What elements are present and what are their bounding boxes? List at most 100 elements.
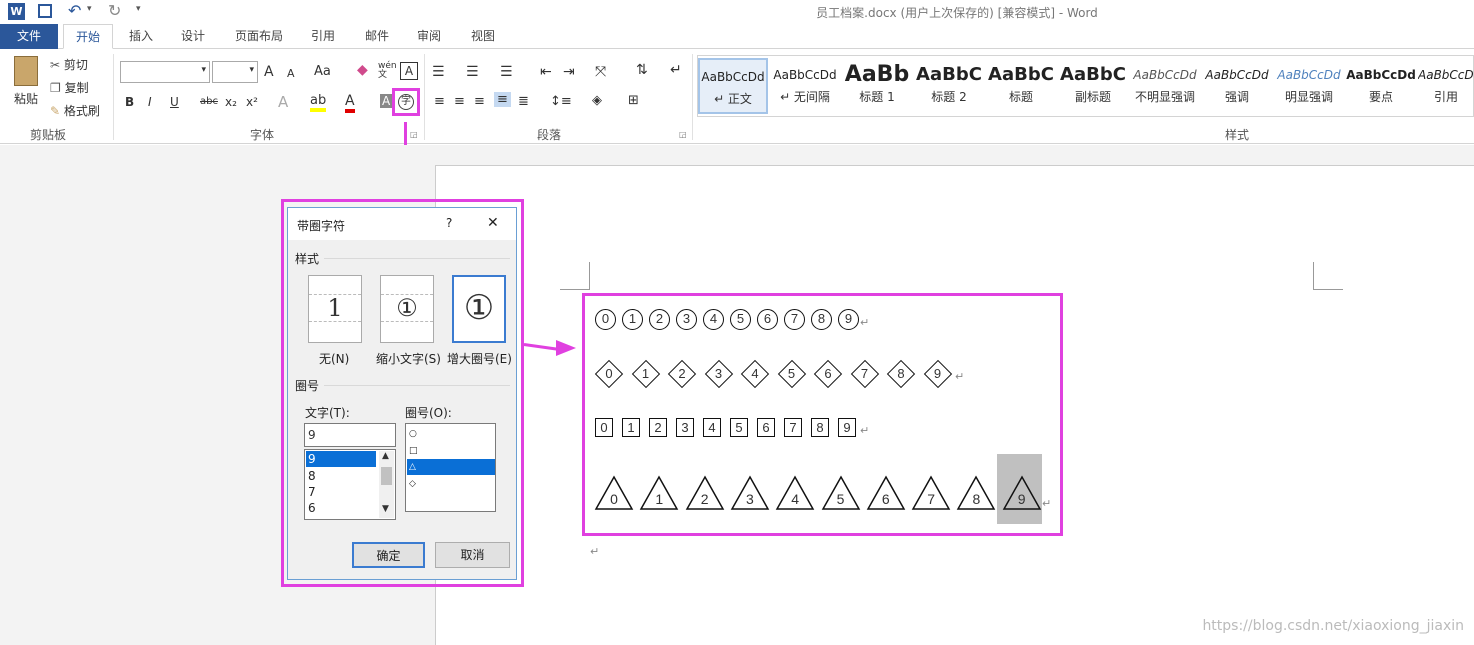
shrink-font-button[interactable]: A [287, 67, 295, 80]
shape-list[interactable]: ○ □ △ ◇ [405, 423, 496, 512]
help-button[interactable]: ? [446, 216, 452, 230]
chevron-down-icon[interactable]: ▼ [382, 504, 389, 514]
chevron-down-icon: ▾ [249, 65, 254, 75]
align-left-icon[interactable]: ≡ [434, 94, 445, 109]
paragraph-dialog-launcher-icon[interactable]: ◲ [679, 130, 687, 139]
style-heading-2[interactable]: AaBbC 标题 2 [914, 58, 984, 114]
font-color-icon[interactable]: A [345, 93, 355, 113]
tab-references[interactable]: 引用 [300, 24, 346, 49]
decrease-indent-icon[interactable]: ⇤ [540, 64, 552, 80]
style-section-label: 样式 [295, 252, 320, 266]
return-mark: ↵ [860, 316, 870, 329]
align-right-icon[interactable]: ≡ [474, 94, 485, 109]
style-shrink-label[interactable]: 缩小文字(S) [376, 350, 441, 367]
subscript-button[interactable]: x₂ [225, 95, 237, 109]
cut-button[interactable]: ✂ 剪切 [50, 56, 88, 73]
chinese-layout-icon[interactable]: ⤧ [595, 64, 606, 80]
style-quote[interactable]: AaBbCcDd 引用 [1418, 58, 1474, 114]
diamond-digit: 2 [678, 366, 686, 381]
grow-font-button[interactable]: A [264, 64, 274, 80]
tab-insert[interactable]: 插入 [118, 24, 164, 49]
tab-design[interactable]: 设计 [170, 24, 216, 49]
text-list[interactable]: 9 8 7 6 ▲ ▼ [304, 449, 396, 520]
style-none-label[interactable]: 无(N) [319, 350, 349, 367]
phonetic-guide-button[interactable]: wén文 [378, 62, 397, 80]
ok-button[interactable]: 确定 [352, 542, 425, 568]
sort-icon[interactable]: ⇅ [636, 62, 648, 78]
style-enlarge-label[interactable]: 增大圈号(E) [447, 350, 512, 367]
style-heading-1[interactable]: AaBb 标题 1 [842, 58, 912, 114]
style-normal[interactable]: AaBbCcDd ↵ 正文 [698, 58, 768, 114]
copy-label: 复制 [64, 81, 89, 95]
bold-button[interactable]: B [125, 95, 134, 109]
increase-indent-icon[interactable]: ⇥ [563, 64, 575, 80]
underline-button[interactable]: U [170, 95, 179, 109]
text-effects-icon[interactable]: A [278, 93, 288, 111]
numbering-icon[interactable]: ☰ [466, 64, 479, 80]
change-case-button[interactable]: Aa [314, 64, 331, 79]
list-item[interactable]: 7 [306, 484, 376, 500]
tab-mailings[interactable]: 邮件 [354, 24, 400, 49]
character-border-button[interactable]: A [400, 62, 418, 80]
tab-home[interactable]: 开始 [63, 24, 113, 49]
style-subtitle[interactable]: AaBbC 副标题 [1058, 58, 1128, 114]
tab-file[interactable]: 文件 [0, 24, 58, 49]
strikethrough-button[interactable]: abc [200, 96, 218, 107]
list-item[interactable]: 8 [306, 468, 376, 484]
text-input[interactable]: 9 [304, 423, 396, 447]
font-dialog-launcher-icon[interactable]: ◲ [410, 130, 418, 139]
shading-bucket-icon[interactable]: ◈ [592, 93, 602, 108]
squared-digit: 0 [595, 418, 613, 437]
margin-corner-right [1313, 262, 1343, 290]
align-center-icon[interactable]: ≡ [454, 94, 465, 109]
style-title[interactable]: AaBbC 标题 [986, 58, 1056, 114]
triangle-digit: 2 [700, 491, 709, 507]
copy-button[interactable]: ❐ 复制 [50, 79, 89, 96]
multilevel-list-icon[interactable]: ☰ [500, 64, 513, 80]
style-preview: AaBbCcDd [1205, 68, 1269, 82]
square-shape-item[interactable]: □ [407, 443, 495, 459]
font-name-combo[interactable]: ▾ [120, 61, 210, 83]
bullets-icon[interactable]: ☰ [432, 64, 445, 80]
watermark: https://blog.csdn.net/xiaoxiong_jiaxin [1202, 618, 1464, 634]
cancel-button[interactable]: 取消 [435, 542, 510, 568]
tab-view[interactable]: 视图 [460, 24, 506, 49]
enclose-characters-button[interactable]: 字 [398, 94, 414, 110]
triangle-shape-item[interactable]: △ [407, 459, 495, 475]
clear-format-icon[interactable]: ◆ [357, 62, 368, 78]
line-spacing-icon[interactable]: ↕≡ [550, 94, 572, 109]
style-name: 标题 2 [931, 90, 967, 104]
list-item[interactable]: 6 [306, 500, 376, 516]
highlight-icon[interactable]: ab [310, 93, 327, 112]
style-emphasis[interactable]: AaBbCcDd 强调 [1202, 58, 1272, 114]
show-marks-icon[interactable]: ↵ [670, 62, 682, 78]
list-item[interactable]: 9 [306, 451, 376, 467]
format-painter-button[interactable]: ✎ 格式刷 [50, 102, 100, 119]
shading-icon[interactable]: A [380, 94, 393, 108]
justify-icon[interactable]: ≡ [494, 92, 511, 107]
style-strong[interactable]: AaBbCcDd 要点 [1346, 58, 1416, 114]
style-intense-emphasis[interactable]: AaBbCcDd 明显强调 [1274, 58, 1344, 114]
diamond-shape-item[interactable]: ◇ [407, 476, 495, 492]
scrollbar[interactable]: ▲ ▼ [379, 451, 394, 518]
paste-button[interactable]: 粘贴 [8, 56, 44, 116]
font-size-combo[interactable]: ▾ [212, 61, 258, 83]
italic-button[interactable]: I [148, 95, 152, 109]
style-no-spacing[interactable]: AaBbCcDd ↵ 无间隔 [770, 58, 840, 114]
style-shrink-option[interactable]: ① [380, 275, 434, 343]
style-subtle-emphasis[interactable]: AaBbCcDd 不明显强调 [1130, 58, 1200, 114]
style-preview: AaBbCcDd [1133, 68, 1197, 82]
close-icon[interactable]: ✕ [487, 215, 499, 231]
superscript-button[interactable]: x² [246, 95, 258, 109]
circle-shape-item[interactable]: ○ [407, 426, 495, 442]
tab-review[interactable]: 审阅 [406, 24, 452, 49]
style-preview: AaBbCcDd [773, 68, 837, 82]
tab-layout[interactable]: 页面布局 [224, 24, 294, 49]
chevron-up-icon[interactable]: ▲ [382, 451, 389, 461]
borders-icon[interactable]: ⊞ [628, 93, 639, 108]
scroll-thumb[interactable] [381, 467, 392, 485]
style-enlarge-option[interactable]: ① [452, 275, 506, 343]
style-none-option[interactable]: 1 [308, 275, 362, 343]
squared-digit: 7 [784, 418, 802, 437]
distributed-icon[interactable]: ≣ [518, 94, 529, 109]
